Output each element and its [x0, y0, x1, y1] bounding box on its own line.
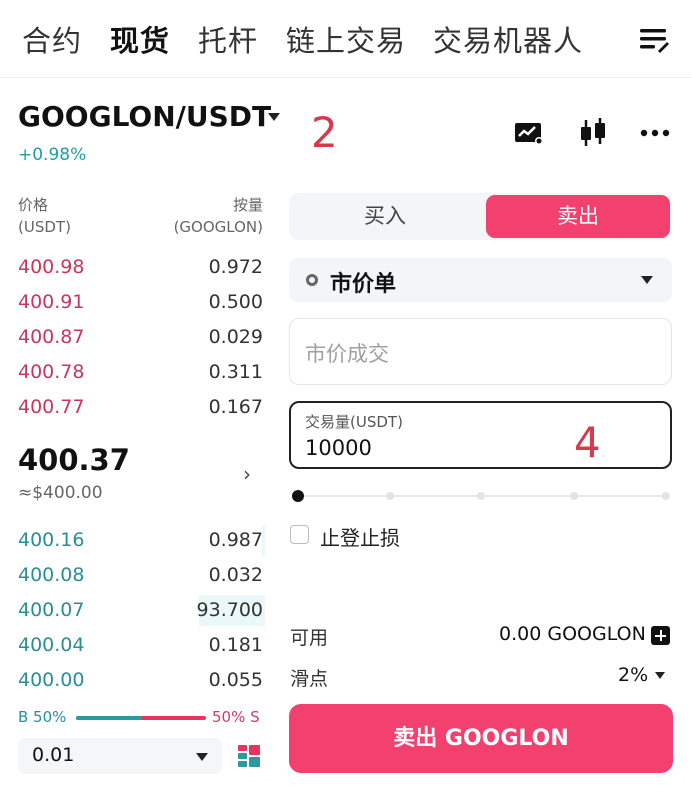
ask-qty: 0.167 — [208, 396, 263, 418]
caret-down-icon[interactable] — [268, 113, 280, 121]
qty-label: 按量 — [232, 196, 263, 214]
buy-tab[interactable]: 买入 — [289, 193, 481, 240]
available-label: 可用 — [290, 627, 329, 649]
price-column-header: 价格 (USDT) — [18, 194, 71, 238]
caret-down-icon — [196, 753, 208, 761]
bid-row[interactable]: 400.07 93.700 — [0, 593, 265, 628]
order-type-select[interactable]: 市价单 — [289, 258, 672, 302]
orderbook-layout-icon[interactable] — [238, 745, 260, 767]
chevron-right-icon[interactable]: › — [243, 462, 251, 486]
ask-price: 400.98 — [18, 256, 85, 278]
caret-down-icon — [641, 276, 653, 284]
buy-ratio-label: B 50% — [18, 708, 67, 726]
slider-tick[interactable] — [386, 492, 394, 500]
order-type-value: 市价单 — [330, 272, 397, 297]
ask-price: 400.87 — [18, 326, 85, 348]
more-icon[interactable] — [640, 129, 670, 137]
available-value: 0.00 GOOGLON — [499, 623, 646, 645]
price-placeholder: 市价成交 — [305, 342, 389, 366]
side-switch: 买入 卖出 — [289, 193, 672, 240]
last-price-fiat: ≈$400.00 — [18, 483, 103, 503]
sell-tab[interactable]: 卖出 — [486, 195, 670, 238]
slider-tick[interactable] — [662, 492, 670, 500]
annotation-label: 2 — [311, 108, 338, 157]
caret-down-icon[interactable] — [655, 672, 665, 679]
amount-label: 交易量(USDT) — [305, 413, 403, 431]
ask-qty: 0.500 — [208, 291, 263, 313]
ask-row[interactable]: 400.78 0.311 — [0, 355, 265, 390]
slider-tick[interactable] — [570, 492, 578, 500]
tab-spot[interactable]: 现货 — [110, 18, 170, 60]
tab-trading-bot[interactable]: 交易机器人 — [433, 18, 583, 60]
buy-sell-ratio-bar — [76, 716, 206, 720]
ask-price: 400.78 — [18, 361, 85, 383]
bid-row[interactable]: 400.16 0.987 — [0, 523, 265, 558]
ask-row[interactable]: 400.87 0.029 — [0, 320, 265, 355]
ask-price: 400.91 — [18, 291, 85, 313]
buy-ratio-fill — [76, 716, 141, 720]
sell-submit-button[interactable]: 卖出 GOOGLON — [289, 704, 673, 773]
tab-futures[interactable]: 合约 — [22, 18, 82, 60]
bid-price: 400.04 — [18, 634, 85, 656]
slippage-value[interactable]: 2% — [618, 664, 648, 686]
tpsl-label: 止登止损 — [320, 526, 400, 550]
slippage-label: 滑点 — [290, 668, 329, 690]
ask-row[interactable]: 400.91 0.500 — [0, 285, 265, 320]
tab-onchain-trade[interactable]: 链上交易 — [286, 18, 406, 60]
top-nav: 合约 现货 托杆 链上交易 交易机器人 — [0, 0, 691, 78]
ask-price: 400.77 — [18, 396, 85, 418]
bid-price: 400.07 — [18, 599, 85, 621]
bid-price: 400.16 — [18, 529, 85, 551]
tab-leverage[interactable]: 托杆 — [198, 18, 258, 60]
menu-lines-icon[interactable] — [640, 27, 670, 53]
checkbox-icon[interactable] — [290, 525, 309, 544]
ask-qty: 0.029 — [208, 326, 263, 348]
amount-input[interactable]: 交易量(USDT) 10000 — [289, 401, 672, 469]
pair-selector[interactable]: GOOGLON/USDT — [18, 100, 271, 133]
ask-qty: 0.972 — [208, 256, 263, 278]
bid-row[interactable]: 400.04 0.181 — [0, 628, 265, 663]
sell-ratio-label: 50% S — [212, 708, 260, 726]
amount-slider[interactable] — [292, 488, 672, 504]
qty-column-header: 按量 (GOOGLON) — [168, 194, 263, 238]
ask-qty: 0.311 — [208, 361, 263, 383]
bid-qty: 93.700 — [196, 599, 263, 621]
bid-price: 400.08 — [18, 564, 85, 586]
price-label: 价格 — [18, 196, 49, 214]
last-price: 400.37 — [18, 443, 130, 477]
ask-row[interactable]: 400.77 0.167 — [0, 390, 265, 425]
slider-knob[interactable] — [292, 490, 304, 502]
annotation-label: 4 — [574, 418, 601, 467]
radio-dot-icon — [306, 274, 318, 286]
price-unit: (USDT) — [18, 218, 71, 236]
bid-qty: 0.987 — [208, 529, 263, 551]
amount-value: 10000 — [305, 436, 372, 460]
bid-price: 400.00 — [18, 669, 85, 691]
chart-icon[interactable] — [514, 122, 544, 146]
price-input[interactable]: 市价成交 — [289, 318, 672, 385]
bid-row[interactable]: 400.00 0.055 — [0, 663, 265, 698]
candlestick-icon[interactable] — [578, 118, 608, 148]
bid-qty: 0.055 — [208, 669, 263, 691]
slider-tick[interactable] — [477, 492, 485, 500]
ask-row[interactable]: 400.98 0.972 — [0, 250, 265, 285]
plus-icon[interactable] — [651, 626, 670, 645]
precision-value: 0.01 — [32, 744, 75, 766]
qty-unit: (GOOGLON) — [173, 218, 263, 236]
bid-row[interactable]: 400.08 0.032 — [0, 558, 265, 593]
price-change-percent: +0.98% — [18, 145, 87, 165]
bid-qty: 0.181 — [208, 634, 263, 656]
bid-qty: 0.032 — [208, 564, 263, 586]
precision-select[interactable]: 0.01 — [18, 738, 222, 774]
